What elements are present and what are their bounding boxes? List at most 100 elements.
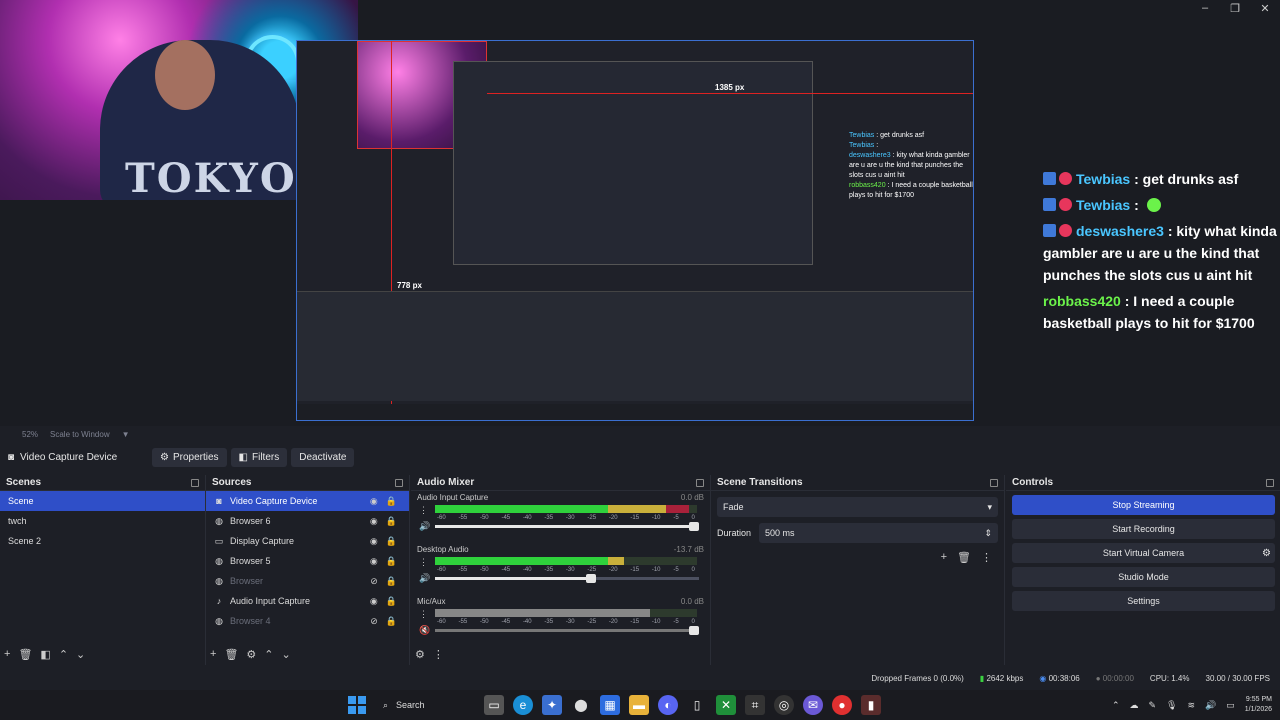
filter-icon[interactable]: ◧	[40, 648, 50, 661]
speaker-icon[interactable]: 🔊	[419, 573, 430, 584]
volume-icon[interactable]: 🔊	[1205, 700, 1216, 711]
eye-icon[interactable]: ◉	[370, 511, 378, 531]
more-icon[interactable]: ⋮	[419, 557, 428, 568]
scene-item[interactable]: Scene	[0, 491, 205, 511]
more-icon[interactable]: ⋮	[433, 648, 444, 661]
more-icon[interactable]: ⋮	[981, 551, 992, 564]
source-item[interactable]: ◍ Browser ⊘ 🔒	[206, 571, 409, 591]
discord-icon[interactable]: ◐	[658, 695, 678, 715]
muted-speaker-icon[interactable]: 🔇	[419, 625, 430, 636]
maximize-button[interactable]: ❐	[1230, 2, 1240, 15]
arrow-up-icon[interactable]: ⌃	[264, 648, 273, 661]
battery-icon[interactable]: ▭	[1226, 700, 1235, 711]
undock-icon[interactable]	[395, 478, 403, 487]
notepad-icon[interactable]: ▯	[687, 695, 707, 715]
app-icon[interactable]: ▮	[861, 695, 881, 715]
volume-slider[interactable]	[435, 574, 699, 583]
taskbar-search[interactable]: ⌕ Search	[375, 693, 475, 717]
source-item[interactable]: ◍ Browser 6 ◉ 🔒	[206, 511, 409, 531]
lock-icon[interactable]: 🔒	[386, 551, 397, 571]
volume-slider[interactable]	[435, 522, 699, 531]
edge-icon[interactable]: e	[513, 695, 533, 715]
close-button[interactable]: ✕	[1260, 2, 1270, 15]
scale-mode[interactable]: Scale to Window	[50, 430, 110, 439]
scene-item[interactable]: Scene 2	[0, 531, 205, 551]
preview-canvas[interactable]: – ❐ ✕ TOKYO 1385 px 778 px Tewbias : get…	[0, 0, 1280, 426]
lock-icon[interactable]: 🔒	[386, 611, 397, 631]
location-icon[interactable]: ⬤	[571, 695, 591, 715]
eye-icon[interactable]: ◉	[370, 531, 378, 551]
minimize-button[interactable]: –	[1200, 2, 1210, 15]
filters-button[interactable]: ◧ Filters	[230, 447, 288, 467]
trash-icon[interactable]: 🗑	[957, 551, 971, 564]
settings-button[interactable]: Settings	[1012, 591, 1275, 611]
eye-slash-icon[interactable]: ⊘	[370, 611, 378, 631]
eye-icon[interactable]: ◉	[370, 551, 378, 571]
display-capture-source[interactable]: 1385 px 778 px Tewbias : get drunks asf …	[296, 40, 974, 421]
source-item[interactable]: ◍ Browser 4 ⊘ 🔒	[206, 611, 409, 631]
copilot-icon[interactable]: ✦	[542, 695, 562, 715]
slider-knob[interactable]	[689, 626, 699, 635]
clock[interactable]: 9:55 PM 1/1/2026	[1245, 695, 1272, 715]
properties-button[interactable]: ⚙ Properties	[152, 447, 227, 467]
undock-icon[interactable]	[191, 478, 199, 487]
xbox-icon[interactable]: ✕	[716, 695, 736, 715]
zoom-level[interactable]: 52%	[22, 430, 38, 439]
undock-icon[interactable]	[1266, 478, 1274, 487]
more-icon[interactable]: ⋮	[419, 609, 428, 620]
obs-icon[interactable]: ◎	[774, 695, 794, 715]
source-item[interactable]: ◍ Browser 5 ◉ 🔒	[206, 551, 409, 571]
trash-icon[interactable]: 🗑	[18, 648, 32, 661]
scene-item[interactable]: twch	[0, 511, 205, 531]
volume-slider[interactable]	[435, 626, 699, 635]
spin-arrows-icon[interactable]: ⇕	[984, 528, 992, 539]
gear-icon[interactable]: ⚙	[246, 648, 256, 661]
trash-icon[interactable]: 🗑	[224, 648, 238, 661]
duration-spinbox[interactable]: 500 ms ⇕	[759, 523, 998, 543]
add-icon[interactable]: +	[941, 551, 947, 564]
more-icon[interactable]: ⋮	[419, 505, 428, 516]
eye-slash-icon[interactable]: ⊘	[370, 571, 378, 591]
studio-mode-button[interactable]: Studio Mode	[1012, 567, 1275, 587]
speaker-icon[interactable]: 🔊	[419, 521, 430, 532]
mic-icon[interactable]: 🎙	[1166, 700, 1177, 711]
source-item[interactable]: ♪ Audio Input Capture ◉ 🔒	[206, 591, 409, 611]
gear-icon[interactable]: ⚙	[415, 648, 425, 661]
start-recording-button[interactable]: Start Recording	[1012, 519, 1275, 539]
capcut-icon[interactable]: ⌗	[745, 695, 765, 715]
chevron-up-icon[interactable]: ⌃	[1112, 700, 1120, 711]
slider-knob[interactable]	[689, 522, 699, 531]
eye-icon[interactable]: ◉	[370, 591, 378, 611]
lock-icon[interactable]: 🔒	[386, 511, 397, 531]
lock-icon[interactable]: 🔒	[386, 591, 397, 611]
source-item[interactable]: ▭ Display Capture ◉ 🔒	[206, 531, 409, 551]
arrow-up-icon[interactable]: ⌃	[59, 648, 68, 661]
arrow-down-icon[interactable]: ⌄	[282, 648, 291, 661]
start-virtual-camera-button[interactable]: Start Virtual Camera ⚙	[1012, 543, 1275, 563]
recorder-icon[interactable]: ●	[832, 695, 852, 715]
transition-select[interactable]: Fade ▾	[717, 497, 998, 517]
store-icon[interactable]: ▦	[600, 695, 620, 715]
slider-knob[interactable]	[586, 574, 597, 583]
windows-start-icon[interactable]	[348, 696, 366, 714]
wifi-icon[interactable]: ≋	[1187, 700, 1195, 711]
lock-icon[interactable]: 🔒	[386, 571, 397, 591]
deactivate-button[interactable]: Deactivate	[291, 447, 355, 467]
stop-streaming-button[interactable]: Stop Streaming	[1012, 495, 1275, 515]
arrow-down-icon[interactable]: ⌄	[76, 648, 85, 661]
source-item[interactable]: ◙ Video Capture Device ◉ 🔒	[206, 491, 409, 511]
pen-icon[interactable]: ✎	[1148, 700, 1156, 711]
undock-icon[interactable]	[990, 478, 998, 487]
task-view-icon[interactable]: ▭	[484, 695, 504, 715]
add-icon[interactable]: +	[4, 648, 10, 661]
eye-icon[interactable]: ◉	[370, 491, 378, 511]
chevron-down-icon[interactable]: ▼	[122, 430, 130, 439]
add-icon[interactable]: +	[210, 648, 216, 661]
gear-icon[interactable]: ⚙	[1262, 548, 1271, 559]
lock-icon[interactable]: 🔒	[386, 531, 397, 551]
file-explorer-icon[interactable]: ▬	[629, 695, 649, 715]
cloud-icon[interactable]: ☁	[1129, 700, 1138, 711]
undock-icon[interactable]	[696, 478, 704, 487]
messenger-icon[interactable]: ✉	[803, 695, 823, 715]
lock-icon[interactable]: 🔒	[386, 491, 397, 511]
